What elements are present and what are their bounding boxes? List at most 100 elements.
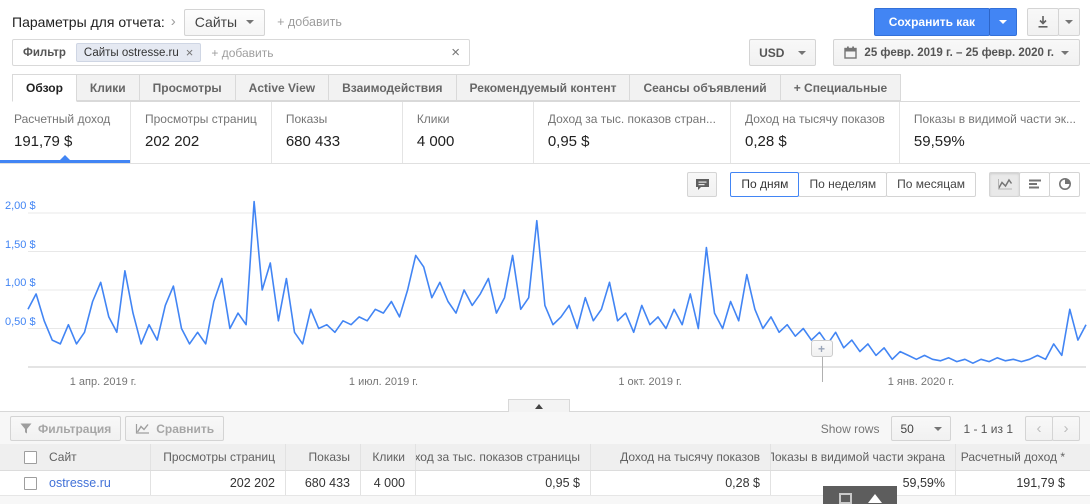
metric-label: Показы [285, 112, 328, 126]
comment-icon [695, 178, 709, 190]
save-as-group: Сохранить как [873, 8, 1017, 36]
report-params-label: Параметры для отчета: [12, 14, 165, 30]
currency-select[interactable]: USD [749, 39, 817, 66]
chevron-down-icon [999, 20, 1007, 24]
cell-revenue: 191,79 $ [955, 471, 1090, 495]
metric-value: 59,59% [913, 133, 965, 150]
download-button[interactable] [1027, 8, 1059, 36]
tab-prosmotry[interactable]: Просмотры [139, 74, 236, 101]
table-row: ostresse.ru 202 202 680 433 4 000 0,95 $0,28… [0, 471, 1090, 496]
granularity-by-week-button[interactable]: По неделям [798, 171, 888, 197]
row-checkbox-cell [0, 471, 45, 495]
line-chart-icon [997, 178, 1012, 190]
filter-row: Фильтр Сайты ostresse.ru × + добавить × … [12, 39, 1080, 66]
pie-chart-button[interactable] [1049, 171, 1080, 197]
row-checkbox[interactable] [24, 476, 37, 490]
ad-report-page: Параметры для отчета: › Сайты + добавить… [0, 0, 1090, 504]
column-header-impression-rpm[interactable]: Доход на тысячу показов [590, 444, 770, 470]
collapse-panel-button[interactable] [508, 399, 570, 412]
metric-value: 0,95 $ [547, 133, 590, 150]
column-header-site[interactable]: Сайт [45, 444, 150, 470]
filter-chip[interactable]: Сайты ostresse.ru × [75, 43, 202, 62]
column-header-viewability[interactable]: Показы в видимой части экрана [770, 444, 955, 470]
metric-label: Доход за тыс. показов стран... [547, 112, 716, 126]
tab-seansy-obyavleniy[interactable]: Сеансы объявлений [630, 74, 781, 101]
download-dropdown-button[interactable] [1058, 8, 1080, 36]
granularity-toggle: По дням По неделям По месяцам [730, 171, 976, 197]
add-dimension-link[interactable]: + добавить [277, 15, 342, 29]
compare-button[interactable]: Сравнить [125, 416, 225, 441]
tab-vzaimodeystviya[interactable]: Взаимодействия [329, 74, 457, 101]
select-all-checkbox[interactable] [24, 450, 37, 464]
cell-site: ostresse.ru [45, 471, 150, 495]
dimension-select-button[interactable]: Сайты [183, 8, 266, 36]
tab-obzor[interactable]: Обзор [12, 74, 77, 102]
metric-card-impression-rpm[interactable]: Доход на тысячу показов 0,28 $ [731, 102, 900, 163]
column-header-impressions[interactable]: Показы [285, 444, 360, 470]
bar-chart-button[interactable] [1019, 171, 1050, 197]
chevron-down-icon [246, 20, 255, 24]
metric-label: Доход на тысячу показов [744, 112, 885, 126]
prev-page-button[interactable]: ‹ [1025, 416, 1053, 441]
granularity-by-month-button[interactable]: По месяцам [886, 171, 976, 197]
next-page-button[interactable]: › [1052, 416, 1080, 441]
tab-spetsialnye[interactable]: + Специальные [780, 74, 902, 101]
filter-table-button[interactable]: Фильтрация [10, 416, 122, 441]
compare-label: Сравнить [156, 421, 215, 436]
calendar-icon [844, 46, 858, 59]
sites-table: Сайт Просмотры страниц Показы Клики Доход за… [0, 444, 1090, 496]
chart-plot[interactable] [27, 199, 1087, 371]
chevron-right-icon: › [170, 12, 176, 30]
metric-card-clicks[interactable]: Клики 4 000 [403, 102, 534, 163]
date-range-picker[interactable]: 25 февр. 2019 г. – 25 февр. 2020 г. [833, 39, 1080, 66]
filter-table-label: Фильтрация [38, 421, 112, 436]
column-header-revenue[interactable]: Расчетный доход * [955, 444, 1090, 470]
overlay-window-icon [839, 493, 852, 504]
filter-add-placeholder[interactable]: + добавить [211, 46, 273, 60]
revenue-line-series [27, 200, 1087, 364]
overlay-shape-icon [868, 494, 882, 503]
metric-card-page-rpm[interactable]: Доход за тыс. показов стран... 0,95 $ [534, 102, 731, 163]
metric-value: 202 202 [145, 133, 200, 150]
annotations-button[interactable] [687, 171, 718, 197]
annotation-marker-button[interactable]: + [810, 340, 833, 357]
chevron-down-icon [1065, 20, 1073, 24]
column-header-clicks[interactable]: Клики [360, 444, 415, 470]
metric-card-impressions[interactable]: Показы 680 433 [272, 102, 403, 163]
metric-card-estimated-revenue[interactable]: Расчетный доход 191,79 $ [0, 102, 131, 163]
date-range-value: 25 февр. 2019 г. – 25 февр. 2020 г. [864, 46, 1054, 59]
granularity-by-day-button[interactable]: По дням [730, 171, 800, 197]
save-as-button[interactable]: Сохранить как [873, 8, 990, 36]
metric-label: Просмотры страниц [145, 112, 257, 126]
chevron-down-icon [934, 426, 943, 431]
pagination-status: 1 - 1 из 1 [963, 421, 1013, 436]
column-header-page-views[interactable]: Просмотры страниц [150, 444, 285, 470]
page-nav: ‹ › [1025, 416, 1080, 441]
filter-clear-icon[interactable]: × [451, 44, 460, 61]
earnings-chart[interactable]: 2,00 $ 1,50 $ 1,00 $ 0,50 $ 1 апр. 2019 г. 1 … [0, 199, 1090, 399]
metric-card-page-views[interactable]: Просмотры страниц 202 202 [131, 102, 272, 163]
tab-kliki[interactable]: Клики [76, 74, 140, 101]
cell-page-views: 202 202 [150, 471, 285, 495]
metric-card-viewability[interactable]: Показы в видимой части эк... 59,59% [900, 102, 1090, 163]
site-link[interactable]: ostresse.ru [49, 476, 111, 490]
bar-chart-icon [1028, 179, 1041, 189]
column-header-page-rpm[interactable]: Доход за тыс. показов страницы [415, 444, 590, 470]
tab-active-view[interactable]: Active View [235, 74, 330, 101]
metric-value: 4 000 [416, 133, 455, 150]
report-tabs: Обзор Клики Просмотры Active View Взаимодейс… [12, 74, 1080, 102]
filter-label: Фильтр [23, 46, 66, 59]
save-as-dropdown-button[interactable] [989, 8, 1017, 36]
pagination-controls: Show rows 50 1 - 1 из 1 ‹ › [821, 416, 1080, 441]
line-chart-button[interactable] [989, 171, 1020, 197]
tab-rekomenduemyy-kontent[interactable]: Рекомендуемый контент [456, 74, 631, 101]
collapse-arrow-icon [535, 403, 543, 409]
metric-label: Показы в видимой части эк... [913, 112, 1076, 126]
rows-per-page-select[interactable]: 50 [891, 416, 952, 441]
top-actions: Сохранить как [873, 8, 1080, 36]
cell-impressions: 680 433 [285, 471, 360, 495]
filter-box[interactable]: Фильтр Сайты ostresse.ru × + добавить × [12, 39, 470, 66]
chart-controls: По дням По неделям По месяцам [0, 164, 1090, 197]
cell-clicks: 4 000 [360, 471, 415, 495]
chip-close-icon[interactable]: × [186, 46, 194, 59]
